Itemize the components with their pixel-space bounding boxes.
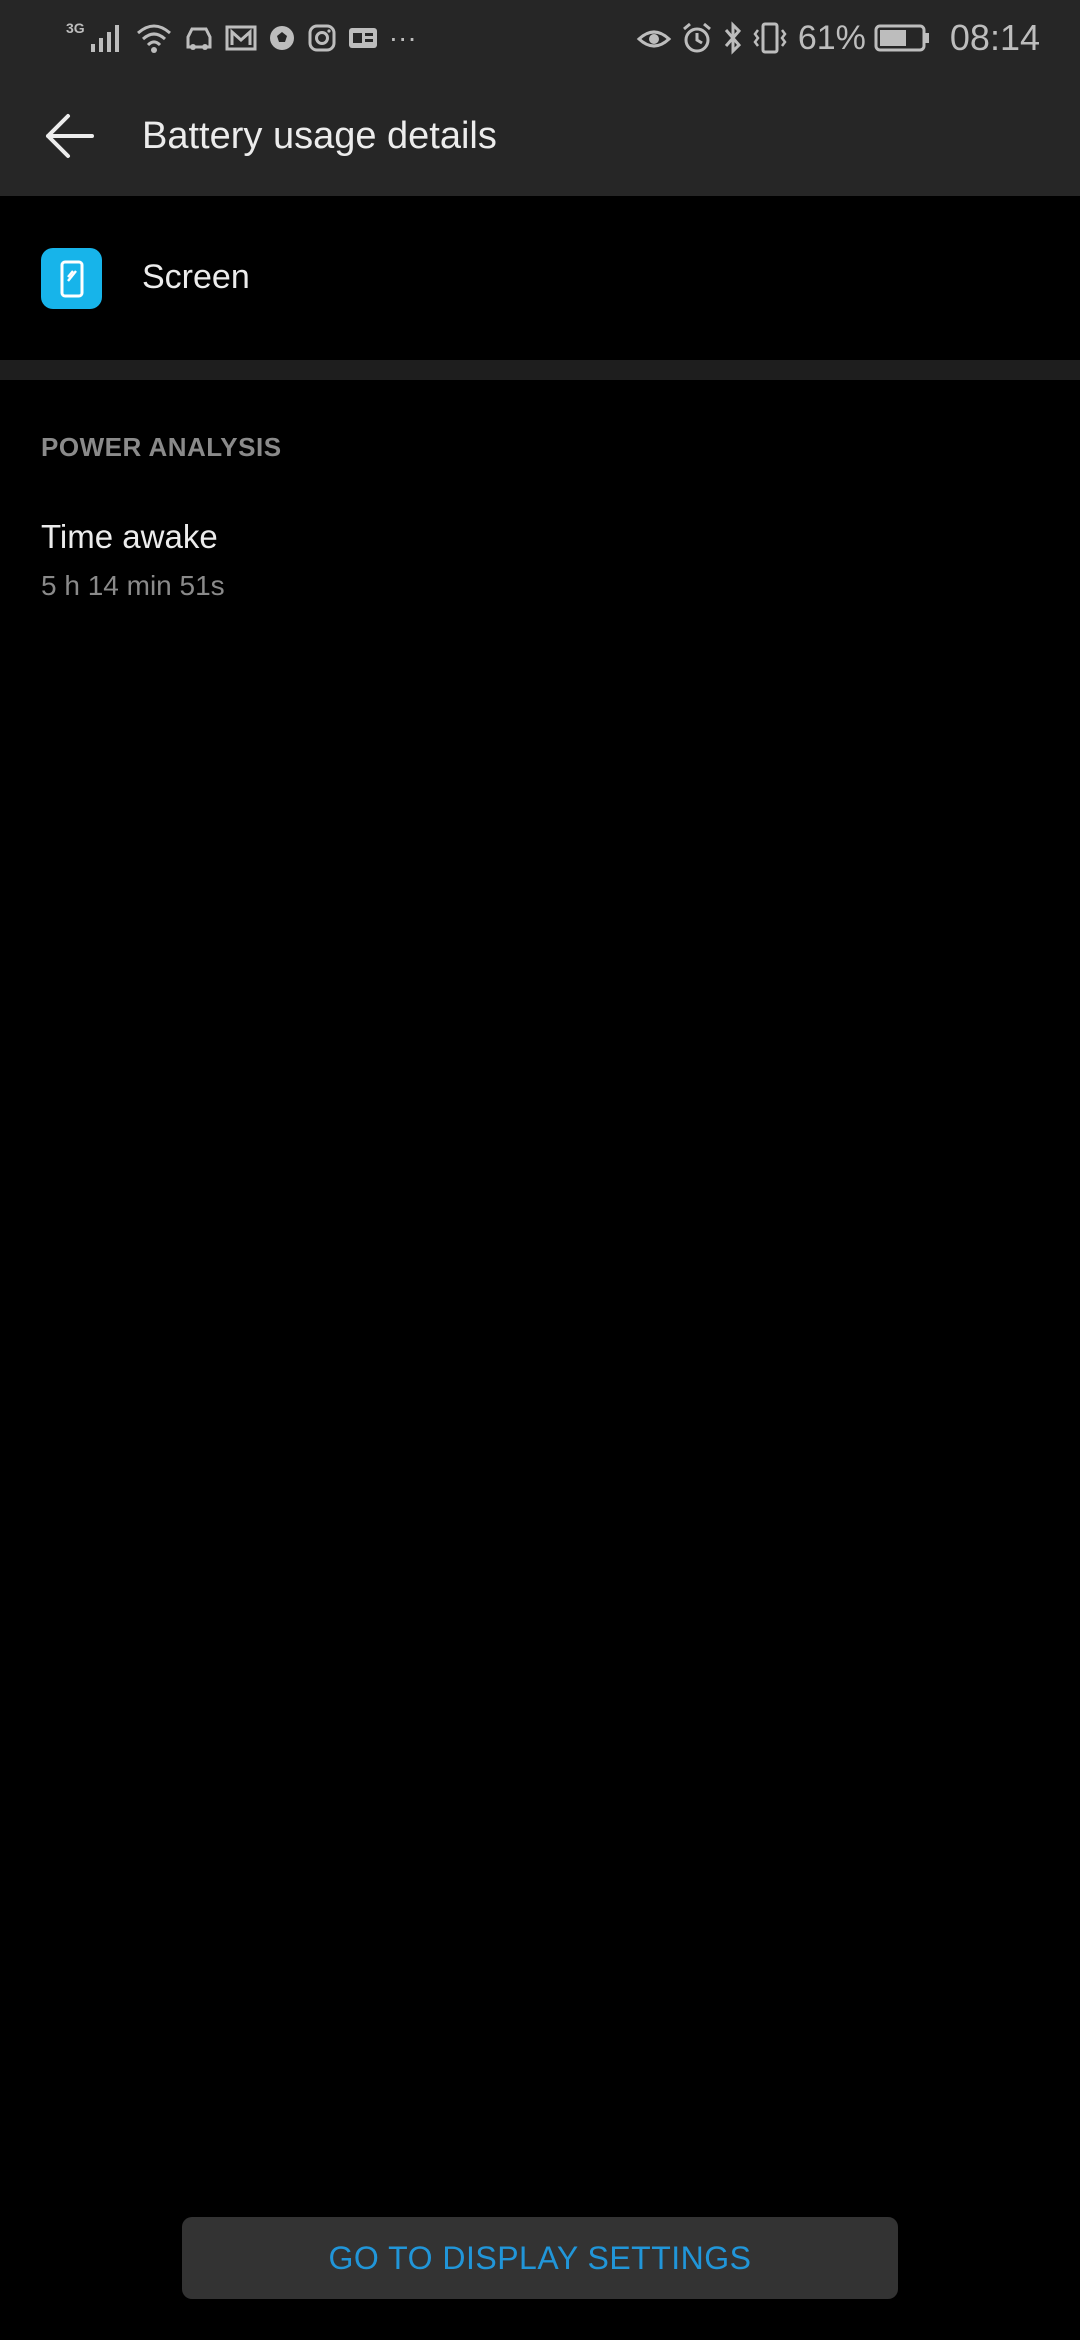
more-notifications-icon: ··· — [388, 22, 417, 53]
back-button[interactable] — [34, 104, 104, 168]
network-type-label: 3G — [66, 20, 85, 36]
screen-icon — [41, 248, 102, 309]
power-analysis-header: POWER ANALYSIS — [41, 432, 282, 462]
wifi-icon — [135, 18, 173, 58]
status-clock: 08:14 — [949, 17, 1040, 58]
battery-percent: 61% — [797, 18, 866, 57]
app-bar: Battery usage details — [0, 76, 1080, 196]
car-icon — [183, 18, 215, 58]
usage-item-name: Screen — [142, 258, 250, 296]
soccer-icon — [267, 18, 297, 58]
usage-item-screen: Screen — [0, 196, 1080, 360]
page-title: Battery usage details — [142, 115, 497, 157]
time-awake-label: Time awake — [41, 518, 218, 555]
battery-icon — [874, 18, 930, 58]
news-icon — [347, 18, 379, 58]
section-divider — [0, 360, 1080, 380]
eye-icon — [636, 18, 672, 58]
back-arrow-icon — [46, 114, 94, 158]
go-to-display-settings-button[interactable]: GO TO DISPLAY SETTINGS — [182, 2217, 898, 2299]
mail-icon — [225, 18, 257, 58]
bluetooth-icon — [722, 18, 744, 58]
vibrate-icon — [752, 18, 788, 58]
status-left: 3G ··· — [66, 18, 417, 58]
alarm-icon — [680, 18, 714, 58]
status-bar: 3G ··· 61% 08:14 — [0, 0, 1080, 76]
instagram-icon — [307, 18, 337, 58]
time-awake-value: 5 h 14 min 51s — [41, 570, 225, 601]
signal-icon — [89, 18, 125, 58]
status-right: 61% 08:14 — [636, 14, 1040, 62]
